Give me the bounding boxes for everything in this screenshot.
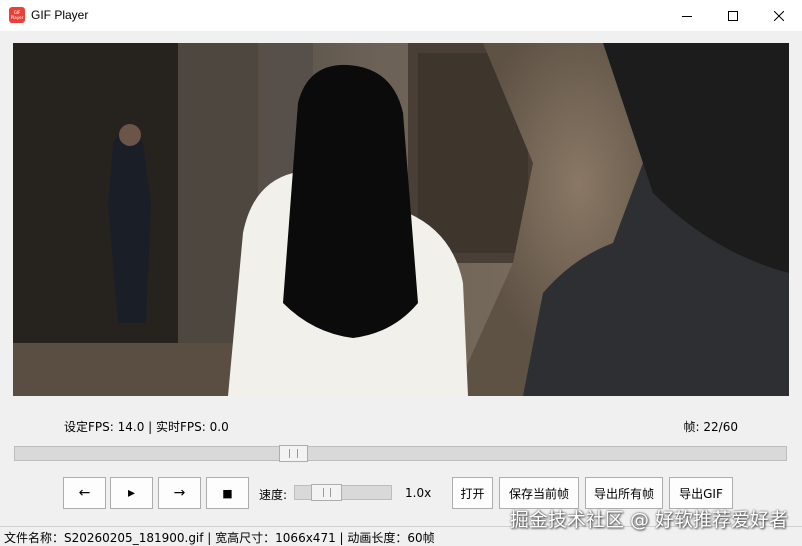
save-frame-label: 保存当前帧 <box>508 486 569 501</box>
fps-status-text: 设定FPS: 14.0 | 实时FPS: 0.0 <box>64 420 229 434</box>
speed-slider-thumb[interactable] <box>311 484 342 501</box>
speed-value: 1.0x <box>405 486 432 500</box>
app-icon-text: GIF Player <box>10 10 24 20</box>
prev-frame-button[interactable]: ← <box>63 477 106 509</box>
gif-frame-image <box>13 43 789 396</box>
frame-counter: 帧: 22/60 <box>683 420 738 434</box>
title-bar: GIF Player GIF Player <box>0 0 802 31</box>
gif-display-area <box>13 43 789 396</box>
play-button[interactable]: ▸ <box>110 477 153 509</box>
open-button-label: 打开 <box>460 486 485 501</box>
seek-slider-thumb[interactable] <box>279 445 308 462</box>
gif-player-app-icon: GIF Player <box>9 7 25 23</box>
window-title: GIF Player <box>31 8 89 22</box>
open-button[interactable]: 打开 <box>452 477 493 509</box>
file-info-text: 文件名称：S20260205_181900.gif | 宽高尺寸：1066x47… <box>4 531 435 545</box>
export-frames-label: 导出所有帧 <box>593 486 654 501</box>
play-icon: ▸ <box>127 485 136 501</box>
close-icon <box>774 10 784 21</box>
maximize-icon <box>728 10 738 21</box>
minimize-button[interactable] <box>664 0 710 31</box>
speed-slider-track[interactable] <box>294 485 392 500</box>
stop-button[interactable]: ■ <box>206 477 249 509</box>
export-gif-label: 导出GIF <box>679 486 723 501</box>
stop-icon: ■ <box>222 486 233 500</box>
arrow-left-icon: ← <box>78 485 91 501</box>
maximize-button[interactable] <box>710 0 756 31</box>
next-frame-button[interactable]: → <box>158 477 201 509</box>
arrow-right-icon: → <box>173 485 186 501</box>
speed-label: 速度: <box>259 488 288 502</box>
minimize-icon <box>682 15 692 17</box>
watermark-text: 掘金技术社区 @ 好软推荐爱好者 <box>509 509 788 531</box>
close-button[interactable] <box>756 0 802 31</box>
seek-slider-track[interactable] <box>14 446 787 461</box>
